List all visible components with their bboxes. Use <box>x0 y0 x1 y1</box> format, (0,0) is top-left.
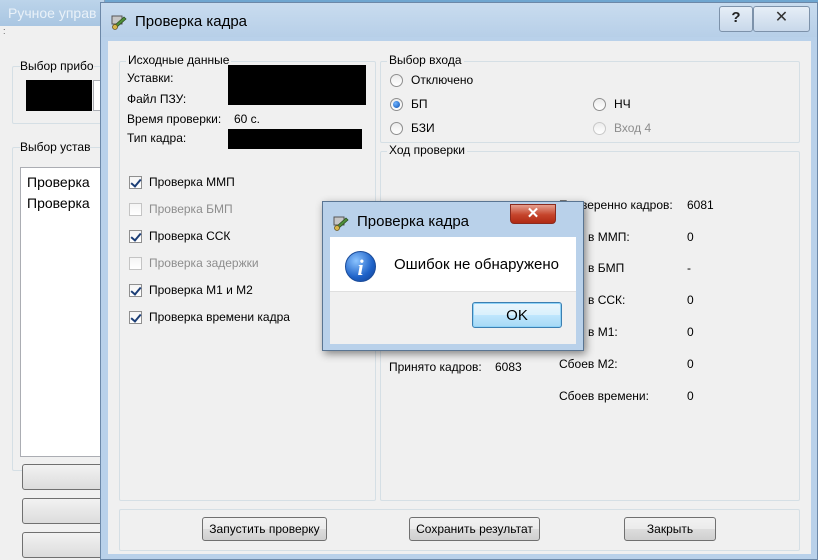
frame-type-value-redacted <box>228 129 362 149</box>
received-frames-label: Принято кадров: <box>389 360 482 374</box>
input-4-label: Вход 4 <box>614 121 652 135</box>
settings-label: Уставки: <box>127 71 174 85</box>
background-button-2[interactable] <box>22 498 106 524</box>
check-mmp-label: Проверка ММП <box>149 175 235 189</box>
bmp-errors-label: в БМП <box>588 261 625 275</box>
input-4-radio: Вход 4 <box>593 121 651 135</box>
m2-errors-label: Сбоев М2: <box>559 357 618 371</box>
check-mmp-checkbox[interactable]: Проверка ММП <box>129 175 235 189</box>
input-select-group-label: Выбор входа <box>387 53 464 67</box>
input-bzi-radio[interactable]: БЗИ <box>390 121 435 135</box>
message-box-close-button[interactable]: ✕ <box>510 204 556 224</box>
radio-icon <box>593 97 606 111</box>
check-ssk-checkbox[interactable]: Проверка ССК <box>129 229 230 243</box>
ssk-errors-value: 0 <box>687 293 694 307</box>
check-frame-time-label: Проверка времени кадра <box>149 310 290 324</box>
background-button-1[interactable] <box>22 464 106 490</box>
background-window: Ручное управ : Выбор прибо Выбор устав П… <box>0 0 106 560</box>
firmware-file-label: Файл ПЗУ: <box>127 92 187 106</box>
radio-selected-icon <box>390 97 403 111</box>
checkbox-unchecked-icon <box>129 202 142 216</box>
device-select-redacted <box>26 80 92 111</box>
device-select-group-label: Выбор прибо <box>20 59 94 73</box>
frame-check-titlebar: Проверка кадра ? ✕ <box>101 3 817 37</box>
radio-icon <box>593 121 606 135</box>
check-m1-m2-checkbox[interactable]: Проверка М1 и М2 <box>129 283 253 297</box>
message-box-title: Проверка кадра <box>357 213 470 230</box>
input-off-radio[interactable]: Отключено <box>390 73 473 87</box>
radio-icon <box>390 121 403 135</box>
start-check-button[interactable]: Запустить проверку <box>202 517 327 541</box>
input-bp-radio[interactable]: БП <box>390 97 428 111</box>
check-m1-m2-label: Проверка М1 и М2 <box>149 283 253 297</box>
input-nch-label: НЧ <box>614 97 631 111</box>
message-box-body: i Ошибок не обнаружено <box>330 237 576 291</box>
source-data-group-label: Исходные данные <box>126 53 232 67</box>
list-item[interactable]: Проверка <box>27 174 90 190</box>
check-delay-checkbox: Проверка задержки <box>129 256 259 270</box>
settings-value-redacted <box>228 65 366 105</box>
background-button-3[interactable] <box>22 532 106 558</box>
list-item[interactable]: Проверка <box>27 195 90 211</box>
received-frames-value: 6083 <box>495 360 522 374</box>
check-frame-time-checkbox[interactable]: Проверка времени кадра <box>129 310 290 324</box>
message-text: Ошибок не обнаружено <box>394 256 559 273</box>
m1-errors-value: 0 <box>687 325 694 339</box>
check-time-value: 60 с. <box>234 112 261 126</box>
app-icon <box>111 15 127 30</box>
checkbox-unchecked-icon <box>129 256 142 270</box>
background-window-menu: : <box>3 26 6 36</box>
background-window-titlebar: Ручное управ <box>0 0 104 26</box>
help-button[interactable]: ? <box>719 6 753 32</box>
ssk-errors-label: в ССК: <box>588 293 626 307</box>
time-errors-label: Сбоев времени: <box>559 389 649 403</box>
mmp-errors-label: в ММП: <box>588 230 630 244</box>
m1-errors-label: в М1: <box>588 325 618 339</box>
check-delay-label: Проверка задержки <box>149 256 259 270</box>
info-icon: i <box>345 251 376 282</box>
checkbox-checked-icon <box>129 229 142 243</box>
radio-icon <box>390 73 403 87</box>
close-button[interactable]: Закрыть <box>624 517 716 541</box>
bmp-errors-value: - <box>687 261 691 275</box>
check-ssk-label: Проверка ССК <box>149 229 231 243</box>
check-bmp-label: Проверка БМП <box>149 202 233 216</box>
input-off-label: Отключено <box>411 73 474 87</box>
close-window-button[interactable]: ✕ <box>753 6 810 32</box>
time-errors-value: 0 <box>687 389 694 403</box>
input-bp-label: БП <box>411 97 428 111</box>
message-box: Проверка кадра ✕ i Ошибок не обнаружено … <box>322 201 584 351</box>
checkbox-checked-icon <box>129 175 142 189</box>
input-nch-radio[interactable]: НЧ <box>593 97 631 111</box>
checked-frames-value: 6081 <box>687 198 714 212</box>
progress-group-label: Ход проверки <box>387 143 468 157</box>
message-box-footer: OK <box>330 291 576 344</box>
window-title: Проверка кадра <box>135 13 248 30</box>
check-time-label: Время проверки: <box>127 112 222 126</box>
checkbox-checked-icon <box>129 283 142 297</box>
app-icon <box>333 216 349 231</box>
ok-button[interactable]: OK <box>472 302 562 328</box>
frame-type-label: Тип кадра: <box>127 131 187 145</box>
input-bzi-label: БЗИ <box>411 121 435 135</box>
settings-select-group-label: Выбор устав <box>20 140 91 154</box>
background-window-title: Ручное управ <box>8 5 97 21</box>
mmp-errors-value: 0 <box>687 230 694 244</box>
save-result-button[interactable]: Сохранить результат <box>409 517 540 541</box>
checkbox-checked-icon <box>129 310 142 324</box>
settings-list[interactable]: Проверка Проверка <box>20 167 106 457</box>
m2-errors-value: 0 <box>687 357 694 371</box>
check-bmp-checkbox: Проверка БМП <box>129 202 233 216</box>
